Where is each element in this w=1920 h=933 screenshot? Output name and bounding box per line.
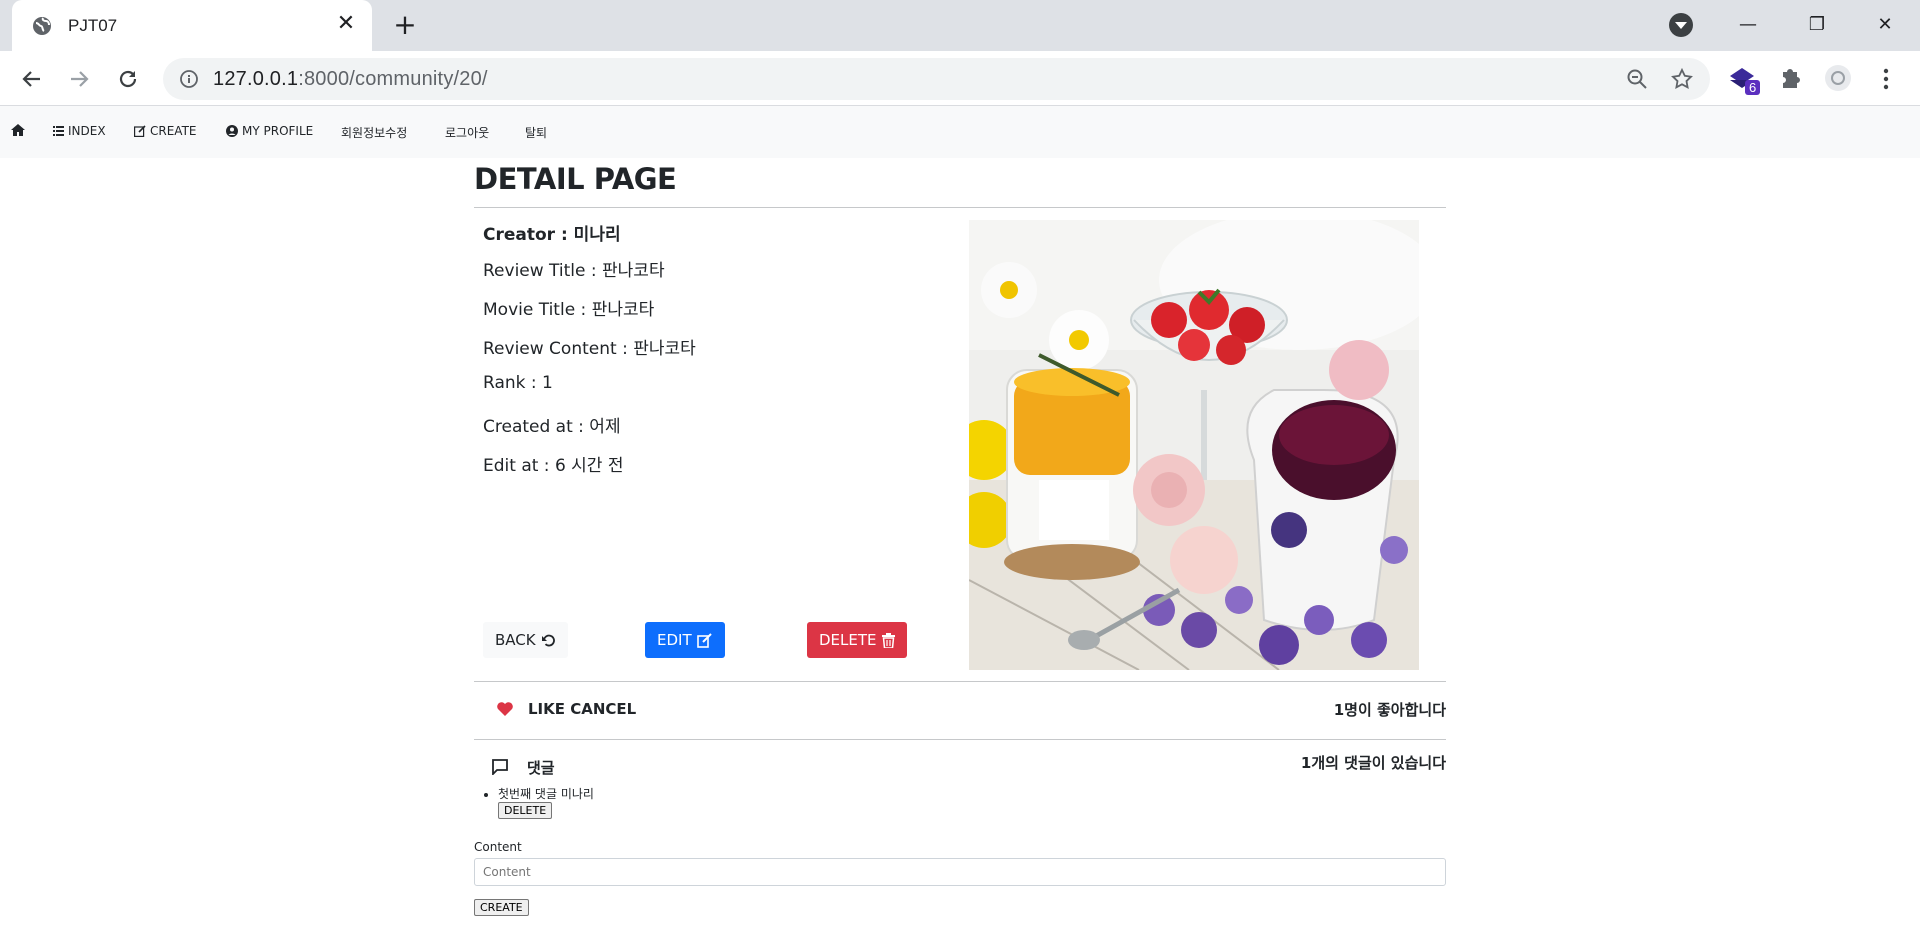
new-tab-icon[interactable]: + <box>390 11 420 41</box>
app-navbar: INDEX CREATE MY PROFILE 회원정보수정 로그아웃 탈퇴 <box>0 106 1920 158</box>
comment-text: 첫번째 댓글 미나리 <box>498 787 594 801</box>
comment-list: 첫번째 댓글 미나리 DELETE <box>498 785 594 819</box>
review-content-text: Review Content : 판나코타 <box>483 339 696 359</box>
like-row: LIKE CANCEL 1명이 좋아합니다 <box>474 682 1446 738</box>
comment-header: 댓글 1개의 댓글이 있습니다 <box>474 748 1446 788</box>
like-count: 1명이 좋아합니다 <box>1333 701 1446 719</box>
browser-tabstrip: PJT07 ✕ + — ❐ ✕ <box>0 0 1920 51</box>
title-divider <box>474 207 1446 208</box>
user-circle-icon <box>226 125 238 137</box>
home-link[interactable] <box>10 123 26 137</box>
nav-edit-account[interactable]: 회원정보수정 <box>341 124 407 141</box>
heart-icon[interactable] <box>496 701 514 717</box>
comment-count: 1개의 댓글이 있습니다 <box>1300 754 1446 772</box>
restore-icon[interactable]: ❐ <box>1802 10 1832 40</box>
reload-icon[interactable] <box>112 63 144 95</box>
nav-create[interactable]: CREATE <box>134 124 197 138</box>
comment-icon <box>492 759 508 775</box>
undo-icon <box>541 634 555 646</box>
nav-delete-account[interactable]: 탈퇴 <box>525 124 547 141</box>
movie-title-text: Movie Title : 판나코타 <box>483 300 655 320</box>
delete-button[interactable]: DELETE <box>807 622 907 658</box>
back-arrow-icon[interactable] <box>16 63 48 95</box>
list-icon <box>53 126 64 136</box>
creator-text: Creator : 미나리 <box>483 225 621 245</box>
info-icon[interactable] <box>179 69 199 89</box>
bookmark-star-icon[interactable] <box>1670 67 1694 91</box>
nav-my-profile[interactable]: MY PROFILE <box>226 124 313 138</box>
like-cancel-label[interactable]: LIKE CANCEL <box>528 700 636 718</box>
content-label: Content <box>474 840 522 854</box>
profile-avatar-icon[interactable] <box>1823 63 1853 93</box>
extension-badge: 6 <box>1745 80 1761 95</box>
forward-arrow-icon[interactable] <box>63 63 95 95</box>
edit-icon <box>696 632 712 648</box>
like-divider-bottom <box>474 739 1446 740</box>
trash-icon <box>881 632 895 648</box>
minimize-icon[interactable]: — <box>1733 10 1763 40</box>
nav-logout[interactable]: 로그아웃 <box>445 124 489 141</box>
tab-title: PJT07 <box>68 15 118 35</box>
browser-toolbar: 127.0.0.1:8000/community/20/ <box>0 51 1920 106</box>
review-title-text: Review Title : 판나코타 <box>483 261 665 281</box>
back-button[interactable]: BACK <box>483 622 568 658</box>
comment-delete-button[interactable]: DELETE <box>498 802 553 819</box>
review-photo <box>969 220 1419 670</box>
home-icon <box>11 124 25 136</box>
page-title: DETAIL PAGE <box>474 162 677 196</box>
zoom-out-icon[interactable] <box>1626 68 1648 90</box>
list-item: 첫번째 댓글 미나리 DELETE <box>498 785 594 819</box>
comment-create-button[interactable]: CREATE <box>474 899 529 916</box>
window-close-icon[interactable]: ✕ <box>1870 10 1900 40</box>
url-text: 127.0.0.1:8000/community/20/ <box>213 68 488 90</box>
puzzle-icon[interactable] <box>1775 63 1805 93</box>
globe-icon <box>33 16 51 35</box>
edit-at-text: Edit at : 6 시간 전 <box>483 456 624 476</box>
browser-tab[interactable]: PJT07 ✕ <box>12 0 372 51</box>
tab-search-icon[interactable] <box>1669 13 1693 37</box>
tab-close-icon[interactable]: ✕ <box>334 12 358 36</box>
comment-content-input[interactable] <box>474 858 1446 886</box>
rank-text: Rank : 1 <box>483 373 553 393</box>
address-bar[interactable]: 127.0.0.1:8000/community/20/ <box>163 58 1710 100</box>
comment-label: 댓글 <box>527 759 555 777</box>
nav-index[interactable]: INDEX <box>53 124 106 138</box>
edit-button[interactable]: EDIT <box>645 622 725 658</box>
menu-kebab-icon[interactable] <box>1870 63 1902 95</box>
created-at-text: Created at : 어제 <box>483 417 621 437</box>
edit-icon <box>134 125 146 137</box>
